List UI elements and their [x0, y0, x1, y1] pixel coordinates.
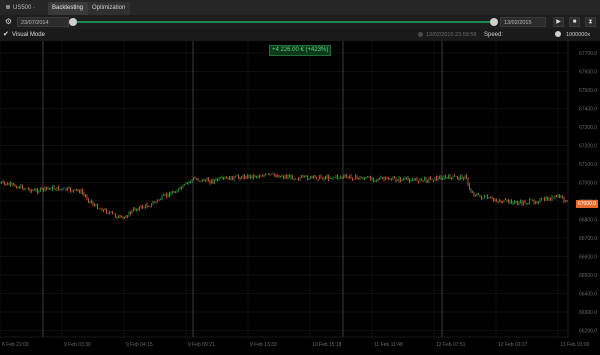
y-tick-label: 66300.0 [579, 310, 597, 316]
x-tick-label: 9 Feb 09:21 [188, 342, 215, 348]
x-tick-label: 12 Feb 07:51 [436, 342, 466, 348]
speed-value: 1000000x [566, 32, 591, 38]
backtest-controls: ⚙ 23/07/2014 13/02/2015 ▶ ■ ⧗ [0, 15, 600, 29]
x-tick-label: 9 Feb 03:30 [64, 342, 91, 348]
tab-symbol[interactable]: US500 · m5 [2, 2, 48, 24]
y-tick-label: 67100.0 [579, 162, 597, 168]
symbol-icon [6, 5, 10, 10]
gear-icon[interactable]: ⚙ [3, 17, 14, 27]
y-tick-label: 67400.0 [579, 107, 597, 113]
pnl-badge: +4 226.00 € (+423%) [269, 45, 332, 56]
y-tick-label: 67600.0 [579, 70, 597, 76]
chart-canvas[interactable]: 67700.0 67600.0 67500.0 67400.0 67300.0 67200… [0, 41, 600, 355]
play-icon[interactable]: ▶ [553, 17, 564, 27]
visual-mode-checkbox[interactable]: ✔ [3, 31, 9, 39]
y-tick-label: 67200.0 [579, 144, 597, 150]
hourglass-icon[interactable]: ⧗ [585, 17, 596, 27]
y-tick-label: 66400.0 [579, 292, 597, 298]
tab-bar: US500 · m5 Backtesting Optimization [0, 0, 600, 24]
x-tick-label: 11 Feb 11:48 [374, 342, 403, 348]
x-tick-label: 9 Feb 04:15 [126, 342, 153, 348]
start-date-field[interactable]: 23/07/2014 [17, 17, 69, 27]
y-tick-label: 67700.0 [579, 51, 597, 57]
current-price-tag: 67000.0 [576, 200, 598, 208]
x-tick-label: 10 Feb 15:18 [312, 342, 342, 348]
y-tick-label: 67000.0 [579, 181, 597, 187]
tab-optimization[interactable]: Optimization [88, 2, 130, 15]
date-range-slider[interactable] [72, 21, 494, 23]
tab-backtesting[interactable]: Backtesting [48, 2, 88, 15]
y-tick-label: 67300.0 [579, 125, 597, 131]
price-chart[interactable]: 67700.0 67600.0 67500.0 67400.0 67300.0 67200… [0, 41, 600, 355]
x-tick-label: 9 Feb 13:33 [250, 342, 277, 348]
y-tick-label: 66500.0 [579, 273, 597, 279]
y-tick-label: 67500.0 [579, 88, 597, 94]
x-tick-label: 6 Feb 22:00 [2, 342, 29, 348]
y-tick-label: 66700.0 [579, 236, 597, 242]
speed-label: Speed: [484, 32, 504, 38]
range-end-handle[interactable] [490, 18, 498, 26]
x-tick-label: 13 Feb 03:00 [560, 342, 590, 348]
range-start-handle[interactable] [69, 18, 77, 26]
stop-icon[interactable]: ■ [569, 17, 580, 27]
y-tick-label: 66200.0 [579, 329, 597, 335]
simulation-time: 13/02/2015 23:59:59 [418, 31, 476, 39]
speed-slider-handle[interactable] [555, 31, 561, 37]
visual-mode-label: Visual Mode [12, 32, 45, 38]
y-tick-label: 66800.0 [579, 218, 597, 224]
y-tick-label: 66600.0 [579, 255, 597, 261]
simulation-time-value: 13/02/2015 23:59:59 [426, 32, 477, 38]
x-tick-label: 12 Feb 02:27 [498, 342, 528, 348]
clock-icon [418, 32, 423, 38]
visual-mode-bar: ✔ Visual Mode 13/02/2015 23:59:59 Speed:… [0, 29, 600, 41]
end-date-field[interactable]: 13/02/2015 [500, 17, 546, 27]
